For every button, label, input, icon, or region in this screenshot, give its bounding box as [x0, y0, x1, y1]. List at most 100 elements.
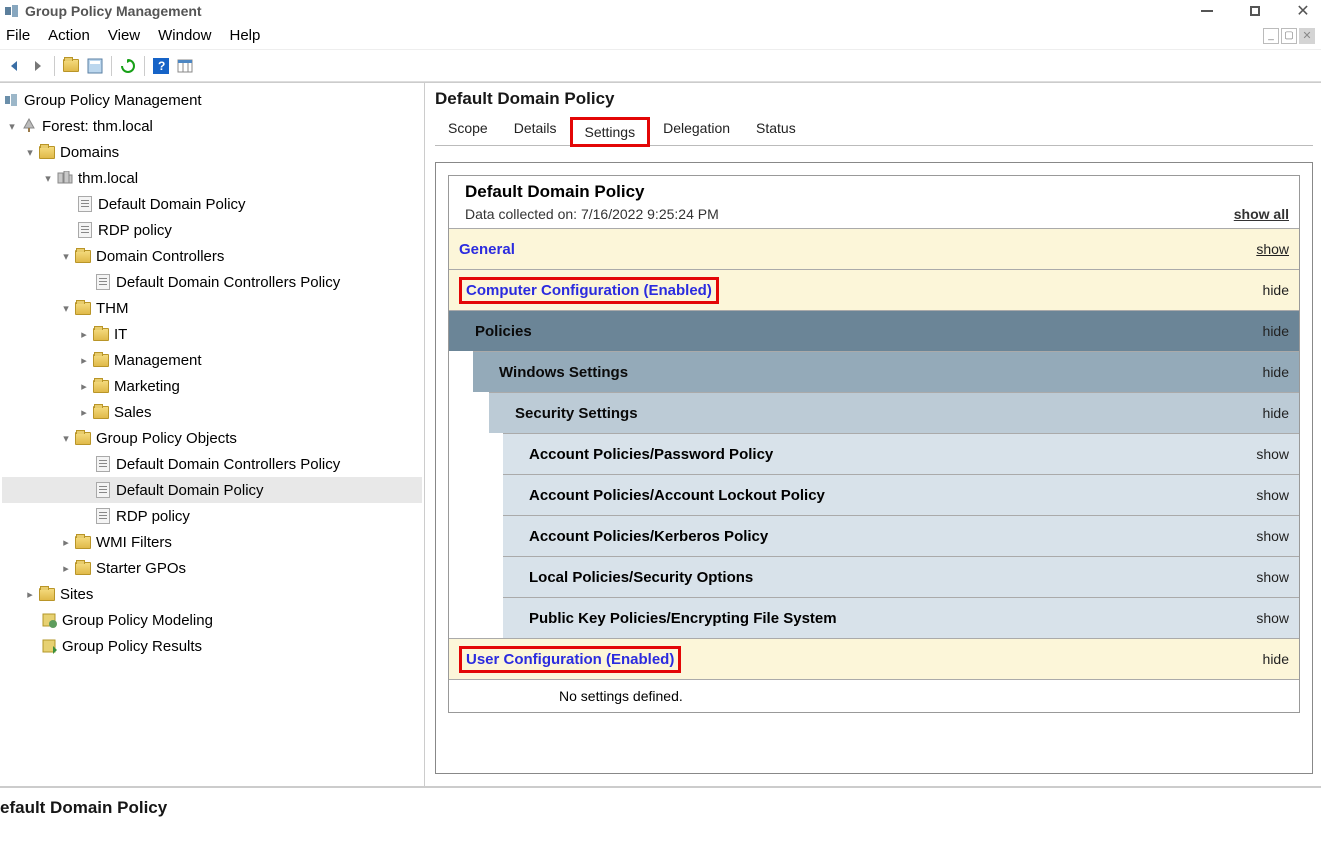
report-name: Default Domain Policy — [465, 182, 1289, 202]
action-show[interactable]: show — [1256, 241, 1289, 257]
tree-it[interactable]: IT — [114, 326, 127, 343]
tab-scope[interactable]: Scope — [435, 115, 501, 145]
action-show[interactable]: show — [1256, 528, 1289, 544]
section-general[interactable]: General — [459, 241, 515, 258]
gpo-container-icon — [74, 429, 92, 447]
columns-icon[interactable] — [175, 56, 195, 76]
forward-icon[interactable] — [28, 56, 48, 76]
menu-help[interactable]: Help — [229, 27, 260, 44]
ou-icon — [92, 351, 110, 369]
section-policies[interactable]: Policies — [475, 323, 532, 340]
tree-gpo-rdp[interactable]: RDP policy — [116, 508, 190, 525]
mdi-close-button[interactable]: ✕ — [1299, 28, 1315, 44]
tree-default-dc-policy[interactable]: Default Domain Controllers Policy — [116, 274, 340, 291]
gpo-icon — [94, 455, 112, 473]
tree-item-selected[interactable]: Default Domain Policy — [2, 477, 422, 503]
tree-wmi[interactable]: WMI Filters — [96, 534, 172, 551]
section-computer-config[interactable]: Computer Configuration (Enabled) — [466, 282, 712, 299]
no-settings-label: No settings defined. — [449, 680, 1299, 712]
gpo-link-icon — [94, 273, 112, 291]
chevron-right-icon[interactable]: ▸ — [76, 380, 92, 393]
policy-item[interactable]: Account Policies/Password Policy — [529, 446, 773, 463]
tree-domain-name[interactable]: thm.local — [78, 170, 138, 187]
wmi-icon — [74, 533, 92, 551]
tab-status[interactable]: Status — [743, 115, 809, 145]
back-icon[interactable] — [4, 56, 24, 76]
action-show[interactable]: show — [1256, 446, 1289, 462]
tree-domains[interactable]: Domains — [60, 144, 119, 161]
policy-item[interactable]: Local Policies/Security Options — [529, 569, 753, 586]
tree-forest[interactable]: Forest: thm.local — [42, 118, 153, 135]
action-show[interactable]: show — [1256, 610, 1289, 626]
tree-domain-controllers[interactable]: Domain Controllers — [96, 248, 224, 265]
tree-marketing[interactable]: Marketing — [114, 378, 180, 395]
menu-view[interactable]: View — [108, 27, 140, 44]
tree-gpo-default-dc[interactable]: Default Domain Controllers Policy — [116, 456, 340, 473]
chevron-down-icon[interactable]: ▾ — [40, 172, 56, 185]
chevron-down-icon[interactable]: ▾ — [22, 146, 38, 159]
menu-window[interactable]: Window — [158, 27, 211, 44]
ou-icon — [92, 377, 110, 395]
chevron-right-icon[interactable]: ▸ — [58, 536, 74, 549]
tree-gpo[interactable]: Group Policy Objects — [96, 430, 237, 447]
app-icon — [4, 3, 20, 19]
ou-icon — [74, 299, 92, 317]
action-hide[interactable]: hide — [1263, 405, 1289, 421]
refresh-icon[interactable] — [118, 56, 138, 76]
action-show[interactable]: show — [1256, 487, 1289, 503]
action-hide[interactable]: hide — [1263, 323, 1289, 339]
tree-management[interactable]: Management — [114, 352, 202, 369]
tab-delegation[interactable]: Delegation — [650, 115, 743, 145]
section-windows-settings[interactable]: Windows Settings — [499, 364, 628, 381]
chevron-right-icon[interactable]: ▸ — [22, 588, 38, 601]
minimize-button[interactable] — [1193, 1, 1221, 21]
chevron-right-icon[interactable]: ▸ — [76, 328, 92, 341]
domains-icon — [38, 143, 56, 161]
tree-thm[interactable]: THM — [96, 300, 129, 317]
section-user-config[interactable]: User Configuration (Enabled) — [466, 651, 674, 668]
chevron-right-icon[interactable]: ▸ — [76, 406, 92, 419]
action-hide[interactable]: hide — [1263, 364, 1289, 380]
tree-rdp-policy[interactable]: RDP policy — [98, 222, 172, 239]
maximize-button[interactable] — [1241, 1, 1269, 21]
section-computer-config-highlight: Computer Configuration (Enabled) — [459, 277, 719, 304]
tree-modeling[interactable]: Group Policy Modeling — [62, 612, 213, 629]
policy-item[interactable]: Account Policies/Kerberos Policy — [529, 528, 768, 545]
toolbar: ? — [0, 50, 1321, 82]
action-hide[interactable]: hide — [1263, 282, 1289, 298]
tree-starter[interactable]: Starter GPOs — [96, 560, 186, 577]
tree[interactable]: Group Policy Management ▾ Forest: thm.loc… — [2, 87, 422, 659]
menu-file[interactable]: File — [6, 27, 30, 44]
tab-settings[interactable]: Settings — [570, 117, 651, 147]
chevron-right-icon[interactable]: ▸ — [58, 562, 74, 575]
tree-sites[interactable]: Sites — [60, 586, 93, 603]
forest-icon — [20, 117, 38, 135]
policy-item[interactable]: Account Policies/Account Lockout Policy — [529, 487, 825, 504]
policy-item[interactable]: Public Key Policies/Encrypting File Syst… — [529, 610, 837, 627]
up-folder-icon[interactable] — [61, 56, 81, 76]
show-all-link[interactable]: show all — [1234, 206, 1289, 222]
chevron-right-icon[interactable]: ▸ — [76, 354, 92, 367]
action-hide[interactable]: hide — [1263, 651, 1289, 667]
chevron-down-icon[interactable]: ▾ — [4, 120, 20, 133]
chevron-down-icon[interactable]: ▾ — [58, 302, 74, 315]
tree-root[interactable]: Group Policy Management — [24, 92, 202, 109]
tree-default-domain-policy[interactable]: Default Domain Policy — [98, 196, 246, 213]
tab-details[interactable]: Details — [501, 115, 570, 145]
tree-results[interactable]: Group Policy Results — [62, 638, 202, 655]
tree-gpo-default-domain[interactable]: Default Domain Policy — [116, 482, 264, 499]
sites-icon — [38, 585, 56, 603]
action-show[interactable]: show — [1256, 569, 1289, 585]
chevron-down-icon[interactable]: ▾ — [58, 432, 74, 445]
close-window-button[interactable]: ✕ — [1289, 1, 1317, 21]
menu-action[interactable]: Action — [48, 27, 90, 44]
chevron-down-icon[interactable]: ▾ — [58, 250, 74, 263]
mdi-restore-button[interactable]: ▢ — [1281, 28, 1297, 44]
help-icon[interactable]: ? — [151, 56, 171, 76]
gpo-icon — [94, 507, 112, 525]
mdi-minimize-button[interactable]: _ — [1263, 28, 1279, 44]
section-security-settings[interactable]: Security Settings — [515, 405, 638, 422]
tree-sales[interactable]: Sales — [114, 404, 152, 421]
content-pane: Default Domain Policy Scope Details Sett… — [425, 82, 1321, 786]
properties-icon[interactable] — [85, 56, 105, 76]
